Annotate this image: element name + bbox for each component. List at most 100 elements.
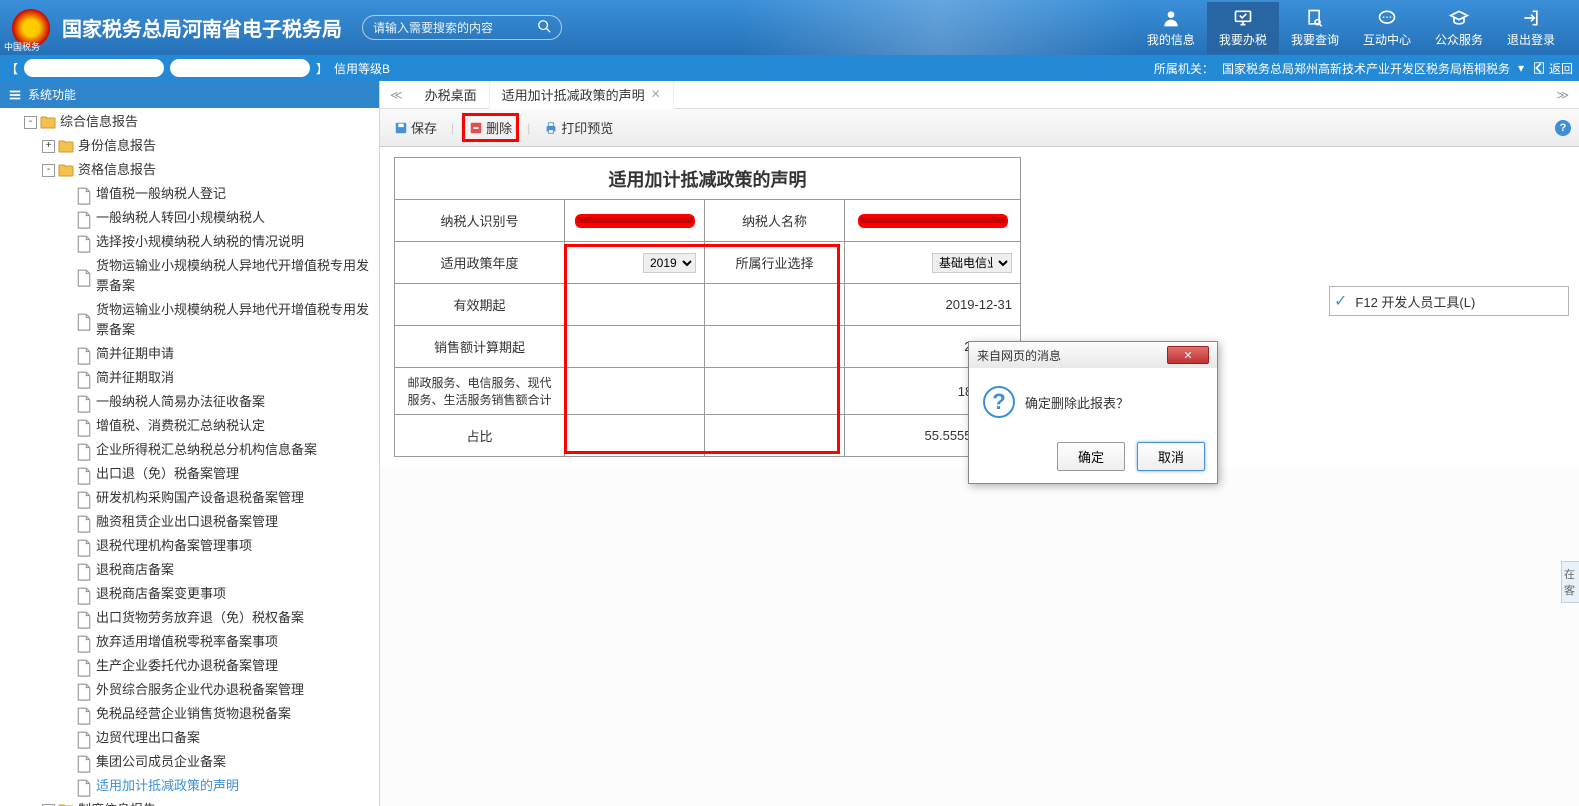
tree-toggle-icon[interactable]: -	[24, 116, 37, 129]
tree-node[interactable]: 一般纳税人简易办法征收备案	[0, 390, 379, 414]
tree-node[interactable]: 出口货物劳务放弃退（免）税权备案	[0, 606, 379, 630]
tree-node[interactable]: -综合信息报告	[0, 110, 379, 134]
tree-node[interactable]: 免税品经营企业销售货物退税备案	[0, 702, 379, 726]
file-icon	[76, 443, 92, 457]
tree[interactable]: -综合信息报告+身份信息报告 - 资格信息报告增值税一般纳税人登记一般纳税人转回小规…	[0, 108, 379, 806]
file-icon	[76, 313, 92, 327]
file-icon	[76, 611, 92, 625]
tree-label: 资格信息报告	[78, 160, 156, 180]
check-icon: ✓	[1334, 291, 1347, 311]
devtools-label: F12 开发人员工具(L)	[1355, 292, 1475, 311]
taxpayer-name-value	[845, 200, 1021, 242]
user-icon	[1161, 8, 1181, 28]
print-button[interactable]: 打印预览	[538, 115, 619, 140]
tree-node[interactable]: 增值税、消费税汇总纳税认定	[0, 414, 379, 438]
file-icon	[76, 587, 92, 601]
taxpayer-id-value	[565, 200, 705, 242]
tree-node[interactable]: 货物运输业小规模纳税人异地代开增值税专用发票备案	[0, 254, 379, 298]
tree-node[interactable]: 放弃适用增值税零税率备案事项	[0, 630, 379, 654]
tree-node[interactable]: 出口退（免）税备案管理	[0, 462, 379, 486]
valid-to-value[interactable]: 2019-12-31	[845, 284, 1021, 326]
tree-node[interactable]: 增值税一般纳税人登记	[0, 182, 379, 206]
policy-year-select[interactable]: 2019	[643, 253, 696, 273]
nav-my-info[interactable]: 我的信息	[1135, 2, 1207, 54]
tree-toggle-icon[interactable]: +	[42, 140, 55, 153]
tree-node[interactable]: 简并征期取消	[0, 366, 379, 390]
tree-label: 一般纳税人简易办法征收备案	[96, 392, 265, 412]
file-icon	[76, 235, 92, 249]
dialog-close-button[interactable]: ✕	[1167, 346, 1209, 364]
devtools-context-menu[interactable]: ✓ F12 开发人员工具(L)	[1329, 286, 1569, 316]
back-link[interactable]: 返回	[1532, 60, 1573, 77]
tab-home[interactable]: 办税桌面	[413, 81, 490, 109]
tree-node[interactable]: 融资租赁企业出口退税备案管理	[0, 510, 379, 534]
tree-label: 生产企业委托代办退税备案管理	[96, 656, 278, 676]
sales-period-label: 销售额计算期起	[395, 326, 565, 368]
chat-icon	[1377, 8, 1397, 28]
search-input[interactable]	[373, 21, 537, 35]
folder-icon	[58, 139, 74, 153]
tab-current[interactable]: 适用加计抵减政策的声明 ✕	[490, 81, 674, 109]
decl-table: 适用加计抵减政策的声明 纳税人识别号 纳税人名称 适用政策年度 2019 所属行…	[394, 157, 1021, 457]
valid-from-value[interactable]	[565, 284, 705, 326]
tree-node[interactable]: 集团公司成员企业备案	[0, 750, 379, 774]
dialog-cancel-button[interactable]: 取消	[1137, 442, 1205, 471]
file-icon	[76, 467, 92, 481]
tree-node[interactable]: 研发机构采购国产设备退税备案管理	[0, 486, 379, 510]
logout-icon	[1521, 8, 1541, 28]
tree-node[interactable]: 选择按小规模纳税人纳税的情况说明	[0, 230, 379, 254]
industry-value[interactable]: 基础电信业	[845, 242, 1021, 284]
tree-toggle-icon[interactable]: -	[42, 164, 55, 177]
nav-public-service[interactable]: 公众服务	[1423, 2, 1495, 54]
search-icon[interactable]	[537, 19, 551, 36]
tree-node[interactable]: 退税代理机构备案管理事项	[0, 534, 379, 558]
nav-want-tax[interactable]: 我要办税	[1207, 2, 1279, 54]
tree-label: 增值税一般纳税人登记	[96, 184, 226, 204]
affiliation-value: 国家税务总局郑州高新技术产业开发区税务局梧桐税务	[1222, 60, 1510, 77]
dialog-ok-button[interactable]: 确定	[1057, 442, 1125, 471]
help-icon[interactable]: ?	[1555, 120, 1571, 136]
tree-node[interactable]: 企业所得税汇总纳税总分机构信息备案	[0, 438, 379, 462]
file-icon	[76, 659, 92, 673]
industry-select[interactable]: 基础电信业	[932, 253, 1012, 273]
save-button[interactable]: 保存	[388, 115, 443, 140]
tree-node[interactable]: 外贸综合服务企业代办退税备案管理	[0, 678, 379, 702]
tree-node[interactable]: +身份信息报告	[0, 134, 379, 158]
delete-button[interactable]: 删除	[462, 113, 519, 142]
nav-want-query[interactable]: 我要查询	[1279, 2, 1351, 54]
sales-period-from-value[interactable]	[565, 326, 705, 368]
expand-tabs-icon[interactable]: ≫	[1546, 88, 1579, 102]
tree-label: 退税代理机构备案管理事项	[96, 536, 252, 556]
side-floater[interactable]: 在客	[1561, 561, 1579, 603]
nav-interact[interactable]: 互动中心	[1351, 2, 1423, 54]
collapse-sidebar-icon[interactable]: ≪	[380, 88, 413, 102]
tree-node[interactable]: +制度信息报告	[0, 798, 379, 806]
redacted-pill-2	[170, 59, 310, 77]
tree-label: 制度信息报告	[78, 800, 156, 806]
taxpayer-id-label: 纳税人识别号	[395, 200, 565, 242]
tree-node[interactable]: 退税商店备案	[0, 558, 379, 582]
tree-label: 企业所得税汇总纳税总分机构信息备案	[96, 440, 317, 460]
tree-node[interactable]: 一般纳税人转回小规模纳税人	[0, 206, 379, 230]
search-box[interactable]	[362, 15, 562, 40]
tree-node[interactable]: 适用加计抵减政策的声明	[0, 774, 379, 798]
file-icon	[76, 683, 92, 697]
chevron-down-icon[interactable]: ▾	[1518, 61, 1524, 75]
header-nav: 我的信息 我要办税 我要查询 互动中心 公众服务 退出登录	[1135, 2, 1567, 54]
tree-node[interactable]: 生产企业委托代办退税备案管理	[0, 654, 379, 678]
tree-node[interactable]: 边贸代理出口备案	[0, 726, 379, 750]
app-header: 中国税务 国家税务总局河南省电子税务局 我的信息 我要办税 我要查询 互动中心 …	[0, 0, 1579, 55]
tree-node[interactable]: 简并征期申请	[0, 342, 379, 366]
tree-node[interactable]: - 资格信息报告	[0, 158, 379, 182]
tree-node[interactable]: 货物运输业小规模纳税人异地代开增值税专用发票备案	[0, 298, 379, 342]
content-area: ≪ 办税桌面 适用加计抵减政策的声明 ✕ ≫ 保存 | 删除 | 打印预览	[380, 81, 1579, 806]
policy-year-value[interactable]: 2019	[565, 242, 705, 284]
dialog-title-bar: 来自网页的消息 ✕	[969, 342, 1217, 368]
dialog-message: 确定删除此报表？	[1025, 393, 1129, 412]
close-tab-icon[interactable]: ✕	[651, 87, 661, 101]
service-total-label: 邮政服务、电信服务、现代服务、生活服务销售额合计	[395, 368, 565, 415]
affiliation-label: 所属机关：	[1154, 60, 1214, 77]
nav-logout[interactable]: 退出登录	[1495, 2, 1567, 54]
tree-node[interactable]: 退税商店备案变更事项	[0, 582, 379, 606]
form-title: 适用加计抵减政策的声明	[395, 158, 1021, 200]
